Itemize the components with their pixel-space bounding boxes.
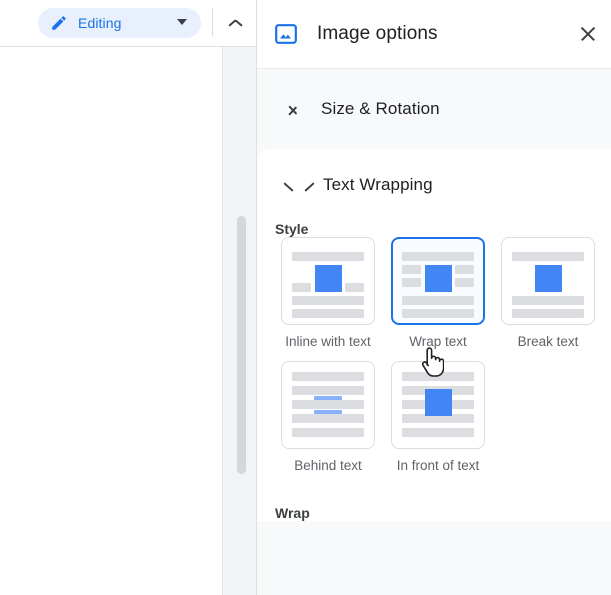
editing-mode-button[interactable]: Editing <box>38 8 201 38</box>
collapse-menus-button[interactable] <box>218 8 252 38</box>
style-option-in-front-of-text[interactable]: In front of text <box>383 361 493 473</box>
thumb-text-bar <box>292 252 364 261</box>
section-text-wrapping-label: Text Wrapping <box>323 175 433 194</box>
in-front-of-text-thumbnail <box>391 361 485 449</box>
document-scrollbar-thumb[interactable] <box>237 216 246 474</box>
style-option-inline-with-text[interactable]: Inline with text <box>273 237 383 349</box>
document-toolbar: Editing <box>0 0 256 47</box>
document-page[interactable] <box>0 47 223 595</box>
thumb-text-bar <box>512 309 584 318</box>
chevron-down-icon <box>284 179 302 191</box>
thumb-image-block <box>425 265 452 292</box>
break-text-thumbnail <box>501 237 595 325</box>
thumb-image-block <box>315 265 342 292</box>
thumb-text-bar <box>292 283 311 292</box>
thumb-text-bar <box>455 278 474 287</box>
style-option-label: Behind text <box>294 458 362 473</box>
inline-with-text-thumbnail <box>281 237 375 325</box>
section-text-wrapping-header[interactable]: Text Wrapping <box>257 149 611 221</box>
thumb-text-bar <box>292 428 364 437</box>
style-options-row-2: Behind text In front of text <box>273 361 611 473</box>
style-option-empty-slot <box>493 361 603 473</box>
style-option-label: Inline with text <box>285 334 371 349</box>
chevron-right-icon <box>284 101 300 117</box>
image-icon <box>275 24 297 44</box>
thumb-text-bar <box>512 252 584 261</box>
thumb-text-bar <box>402 296 474 305</box>
thumb-text-bar <box>292 400 364 409</box>
thumb-text-bar <box>345 283 364 292</box>
image-options-panel: Image options Size & Rotation Text Wrapp… <box>256 0 611 595</box>
wrap-group-label: Wrap <box>275 505 310 521</box>
style-option-break-text[interactable]: Break text <box>493 237 603 349</box>
toolbar-separator <box>212 8 213 36</box>
behind-text-thumbnail <box>281 361 375 449</box>
section-text-wrapping: Text Wrapping Style Inline with text Wra… <box>257 149 611 521</box>
style-option-behind-text[interactable]: Behind text <box>273 361 383 473</box>
close-icon <box>580 26 596 42</box>
style-option-label: In front of text <box>396 458 480 473</box>
thumb-text-bar <box>292 296 364 305</box>
thumb-text-bar <box>292 372 364 381</box>
section-size-rotation[interactable]: Size & Rotation <box>257 69 611 149</box>
app-root: Editing Image options Size & Rotation Te… <box>0 0 611 595</box>
thumb-text-bar <box>292 386 364 395</box>
style-option-wrap-text[interactable]: Wrap text <box>383 237 493 349</box>
thumb-image-block <box>535 265 562 292</box>
editing-mode-label: Editing <box>78 15 122 31</box>
caret-down-icon[interactable] <box>177 19 187 25</box>
style-options-row-1: Inline with text Wrap text Break text <box>273 237 611 349</box>
panel-header: Image options <box>257 0 611 69</box>
thumb-image-block <box>425 389 452 416</box>
close-button[interactable] <box>572 18 604 50</box>
style-option-label: Break text <box>517 334 579 349</box>
thumb-text-bar <box>292 414 364 423</box>
panel-title: Image options <box>317 23 438 44</box>
thumb-text-bar <box>455 265 474 274</box>
style-group-label: Style <box>275 221 309 237</box>
document-region: Editing <box>0 0 256 595</box>
thumb-text-bar <box>402 372 474 381</box>
chevron-up-icon <box>228 19 242 27</box>
thumb-text-bar <box>402 278 421 287</box>
style-option-label: Wrap text <box>409 334 467 349</box>
wrap-text-thumbnail <box>391 237 485 325</box>
thumb-text-bar <box>402 428 474 437</box>
thumb-text-bar <box>402 265 421 274</box>
thumb-text-bar <box>402 252 474 261</box>
thumb-text-bar <box>512 296 584 305</box>
pencil-icon <box>52 16 66 30</box>
thumb-text-bar <box>402 309 474 318</box>
section-size-rotation-label: Size & Rotation <box>321 99 440 118</box>
thumb-text-bar <box>292 309 364 318</box>
